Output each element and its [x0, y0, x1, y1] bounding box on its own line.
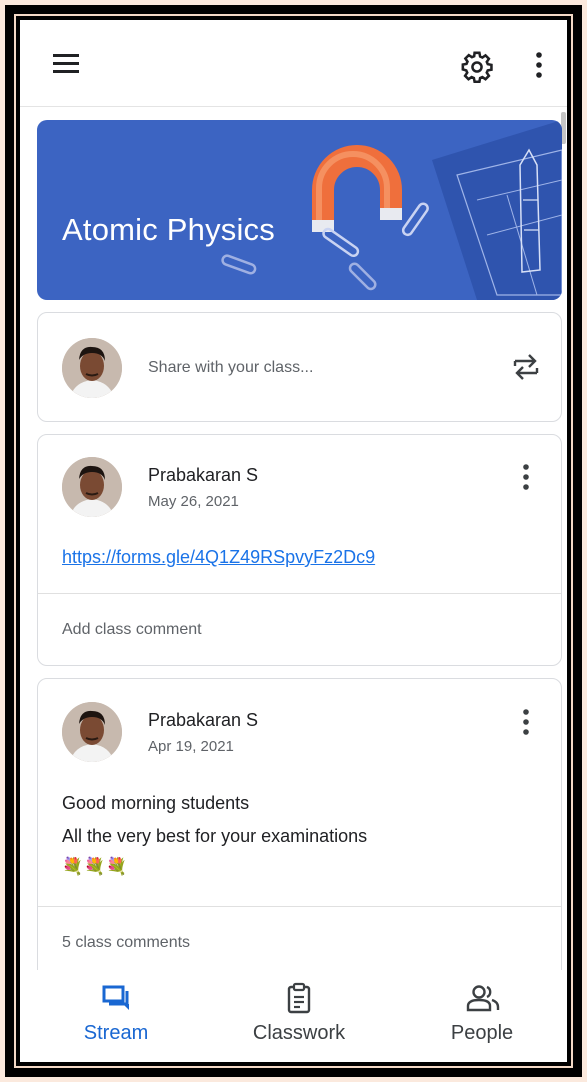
- nav-stream[interactable]: Stream: [60, 970, 172, 1062]
- gear-icon[interactable]: [460, 50, 494, 84]
- post-menu-icon[interactable]: [523, 708, 529, 736]
- banner-illustration: [221, 120, 562, 300]
- author-avatar: [62, 702, 122, 762]
- bottom-navigation: Stream Classwork People: [20, 970, 567, 1062]
- more-options-icon[interactable]: [536, 51, 542, 79]
- post-author: Prabakaran S: [148, 465, 259, 485]
- stream-icon: [102, 985, 129, 1010]
- post-author: Prabakaran S: [148, 710, 259, 730]
- post-card: Prabakaran S Apr 19, 2021 Good morning s…: [37, 678, 562, 998]
- hamburger-icon[interactable]: [53, 53, 79, 75]
- bouquet-emoji: 💐💐💐: [62, 857, 129, 876]
- divider: [38, 906, 561, 907]
- clipboard-icon: [287, 982, 311, 1014]
- post-text-line: All the very best for your examinations: [62, 826, 368, 846]
- avatar: [62, 338, 122, 398]
- post-menu-icon[interactable]: [523, 463, 529, 491]
- swap-arrows-icon[interactable]: [512, 351, 540, 383]
- class-banner[interactable]: Atomic Physics: [37, 120, 562, 300]
- post-text-line: Good morning students: [62, 793, 250, 813]
- post-date: Apr 19, 2021: [148, 738, 234, 755]
- add-comment-button[interactable]: Add class comment: [62, 621, 202, 639]
- people-icon: [466, 985, 500, 1012]
- divider: [38, 593, 561, 594]
- share-input[interactable]: Share with your class...: [148, 359, 313, 377]
- nav-classwork[interactable]: Classwork: [232, 970, 366, 1062]
- nav-people[interactable]: People: [432, 970, 532, 1062]
- class-title: Atomic Physics: [62, 212, 275, 247]
- post-card: Prabakaran S May 26, 2021 https://forms.…: [37, 434, 562, 666]
- post-link[interactable]: https://forms.gle/4Q1Z49RSpvyFz2Dc9: [62, 547, 375, 568]
- nav-people-label: People: [450, 1022, 514, 1044]
- class-comments-link[interactable]: 5 class comments: [62, 934, 190, 952]
- nav-stream-label: Stream: [83, 1022, 149, 1044]
- app-screen: Atomic Physics Share with your class...: [20, 20, 567, 1062]
- top-app-bar: [20, 20, 567, 107]
- post-date: May 26, 2021: [148, 493, 239, 510]
- nav-classwork-label: Classwork: [252, 1022, 346, 1044]
- share-card[interactable]: Share with your class...: [37, 312, 562, 422]
- author-avatar: [62, 457, 122, 517]
